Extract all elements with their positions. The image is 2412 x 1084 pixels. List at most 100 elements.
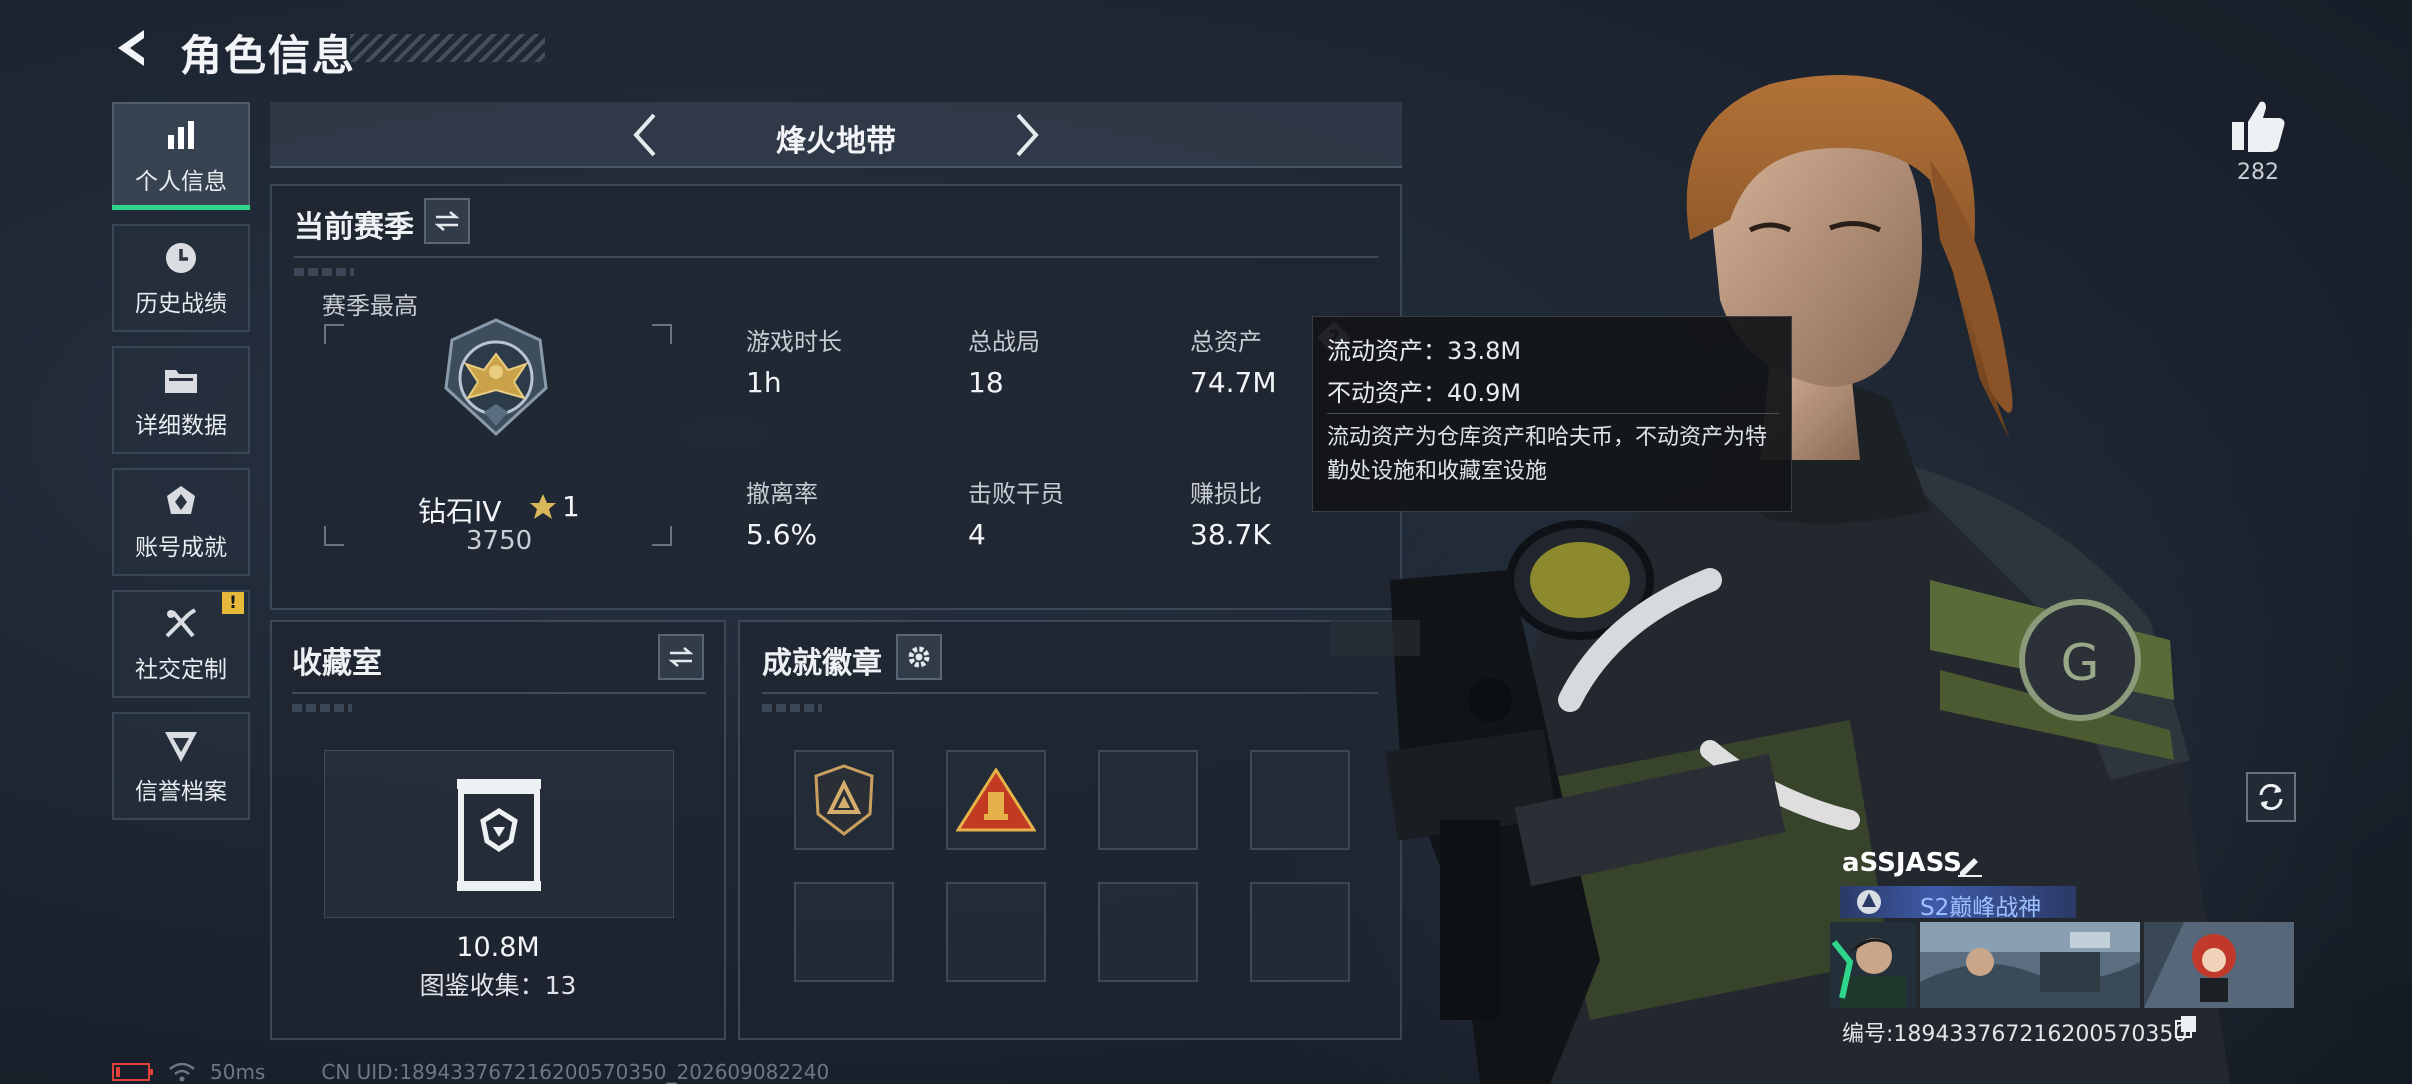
collection-panel: 收藏室 10.8M 图鉴收集：13 bbox=[270, 620, 726, 1040]
achievement-title: 成就徽章 bbox=[762, 646, 882, 681]
collection-preview[interactable] bbox=[324, 750, 674, 918]
copy-icon bbox=[2175, 1016, 2196, 1038]
rank-stars: 1 bbox=[562, 490, 580, 523]
player-title: S2巅峰战神 bbox=[1920, 895, 2042, 921]
bar-chart-icon bbox=[161, 116, 201, 156]
tooltip-note: 流动资产为仓库资产和哈夫币，不动资产为特勤处设施和收藏室设施 bbox=[1327, 425, 1768, 484]
stat-value: 5.6% bbox=[746, 518, 818, 551]
wifi-icon bbox=[169, 1062, 195, 1082]
player-card: aSSJASS S2巅峰战神 编号:189433 bbox=[1830, 842, 2296, 1047]
achievement-settings-button[interactable] bbox=[896, 634, 942, 680]
tooltip-fixed-assets: 不动资产：40.9M bbox=[1327, 379, 1522, 407]
decoration bbox=[292, 704, 352, 712]
back-button[interactable] bbox=[110, 24, 158, 72]
divider bbox=[762, 692, 1378, 694]
title-decoration bbox=[350, 34, 545, 62]
tooltip-liquid-assets: 流动资产：33.8M bbox=[1327, 337, 1522, 365]
nav-label: 历史战绩 bbox=[135, 291, 227, 317]
nav-item-history[interactable]: 历史战绩 bbox=[112, 224, 250, 332]
badge-slot-5[interactable] bbox=[794, 882, 894, 982]
nav-item-detailed-data[interactable]: 详细数据 bbox=[112, 346, 250, 454]
rank-score: 3750 bbox=[466, 526, 533, 556]
svg-text:G: G bbox=[2061, 634, 2100, 692]
season-panel: 当前赛季 赛季最高 钻石IV 1 3750 游戏时长 1h 总战局 18 总资产… bbox=[270, 184, 1402, 610]
banner-card-image bbox=[1920, 922, 2140, 1008]
mode-title: 烽火地带 bbox=[776, 124, 896, 159]
badge-slot-6[interactable] bbox=[946, 882, 1046, 982]
pencil-icon bbox=[1958, 858, 1982, 877]
rank-emblem-icon bbox=[444, 318, 548, 437]
season-title: 当前赛季 bbox=[294, 210, 414, 245]
nav-item-achievements[interactable]: 账号成就 bbox=[112, 468, 250, 576]
stat-value: 1h bbox=[746, 366, 782, 399]
badge-slot-1[interactable] bbox=[794, 750, 894, 850]
badge-triangle-icon bbox=[956, 768, 1036, 832]
next-mode-button[interactable] bbox=[1000, 108, 1054, 162]
star-icon bbox=[530, 494, 556, 519]
switch-icon bbox=[434, 211, 460, 231]
reputation-icon bbox=[161, 726, 201, 766]
battery-icon bbox=[112, 1063, 153, 1081]
stat-label: 总战局 bbox=[968, 328, 1040, 356]
nav-item-profile[interactable]: 个人信息 bbox=[112, 102, 250, 210]
achievement-icon bbox=[161, 482, 201, 522]
season-best-label: 赛季最高 bbox=[322, 292, 418, 320]
stat-value: 38.7K bbox=[1190, 518, 1271, 551]
player-name: aSSJASS bbox=[1842, 848, 1962, 878]
notification-badge: ! bbox=[222, 592, 244, 614]
edit-name-button[interactable] bbox=[1956, 850, 1984, 878]
nav-label: 信誉档案 bbox=[135, 779, 227, 805]
mode-selector: 烽火地带 bbox=[270, 102, 1402, 168]
assets-tooltip: 流动资产：33.8M 不动资产：40.9M 流动资产为仓库资产和哈夫币，不动资产… bbox=[1312, 316, 1792, 512]
stat-label: 撤离率 bbox=[746, 480, 818, 508]
divider bbox=[292, 692, 706, 694]
stat-value: 4 bbox=[968, 518, 986, 551]
badge-shield-icon bbox=[814, 764, 874, 836]
nav-label: 社交定制 bbox=[135, 657, 227, 683]
stat-value: 74.7M bbox=[1190, 366, 1277, 399]
stat-label: 总资产 bbox=[1190, 328, 1262, 356]
divider bbox=[294, 256, 1378, 258]
vault-icon bbox=[457, 779, 541, 891]
copy-id-button[interactable] bbox=[2174, 1014, 2198, 1038]
nav-label: 个人信息 bbox=[135, 169, 227, 195]
rank-name: 钻石IV bbox=[418, 495, 502, 528]
season-switch-button[interactable] bbox=[424, 198, 470, 244]
sticker-card-image bbox=[2144, 922, 2294, 1008]
card-showcase[interactable] bbox=[1830, 922, 2296, 1008]
nav-item-reputation[interactable]: 信誉档案 bbox=[112, 712, 250, 820]
collection-value: 10.8M bbox=[456, 932, 540, 963]
avatar bbox=[1830, 922, 1916, 1008]
decoration bbox=[294, 268, 354, 276]
stat-label: 游戏时长 bbox=[746, 328, 842, 356]
page-title: 角色信息 bbox=[180, 31, 357, 80]
collection-switch-button[interactable] bbox=[658, 634, 704, 680]
badge-slot-3[interactable] bbox=[1098, 750, 1198, 850]
nav-label: 账号成就 bbox=[135, 535, 227, 561]
badge-slot-2[interactable] bbox=[946, 750, 1046, 850]
thumbs-up-icon bbox=[2232, 101, 2285, 152]
player-id: 编号:18943376721620057035​0 bbox=[1842, 1022, 2188, 1047]
like-button[interactable] bbox=[2228, 96, 2288, 156]
back-arrow-icon bbox=[118, 30, 144, 66]
title-emblem-icon bbox=[1857, 890, 1881, 914]
tools-icon bbox=[161, 604, 201, 644]
like-count: 282 bbox=[2237, 160, 2279, 185]
nav-item-social-custom[interactable]: 社交定制 ! bbox=[112, 590, 250, 698]
decoration bbox=[762, 704, 822, 712]
stat-label: 赚损比 bbox=[1190, 480, 1262, 508]
stat-label: 击败干员 bbox=[968, 480, 1064, 508]
collection-count: 图鉴收集：13 bbox=[419, 971, 577, 1000]
history-icon bbox=[161, 238, 201, 278]
player-title-badge: S2巅峰战神 bbox=[1840, 886, 2076, 921]
collection-title: 收藏室 bbox=[292, 646, 382, 681]
nav-label: 详细数据 bbox=[135, 413, 227, 439]
divider bbox=[1327, 413, 1779, 414]
rank-frame: 钻石IV 1 3750 bbox=[324, 318, 672, 556]
gear-icon bbox=[908, 646, 930, 668]
stat-value: 18 bbox=[968, 366, 1004, 399]
refresh-button[interactable] bbox=[2246, 772, 2296, 822]
badge-slot-7[interactable] bbox=[1098, 882, 1198, 982]
uid-text: CN UID:18943376721620057035​0_2026090822… bbox=[321, 1060, 830, 1084]
status-bar: 50ms CN UID:18943376721620057035​0_20260… bbox=[112, 1060, 829, 1084]
